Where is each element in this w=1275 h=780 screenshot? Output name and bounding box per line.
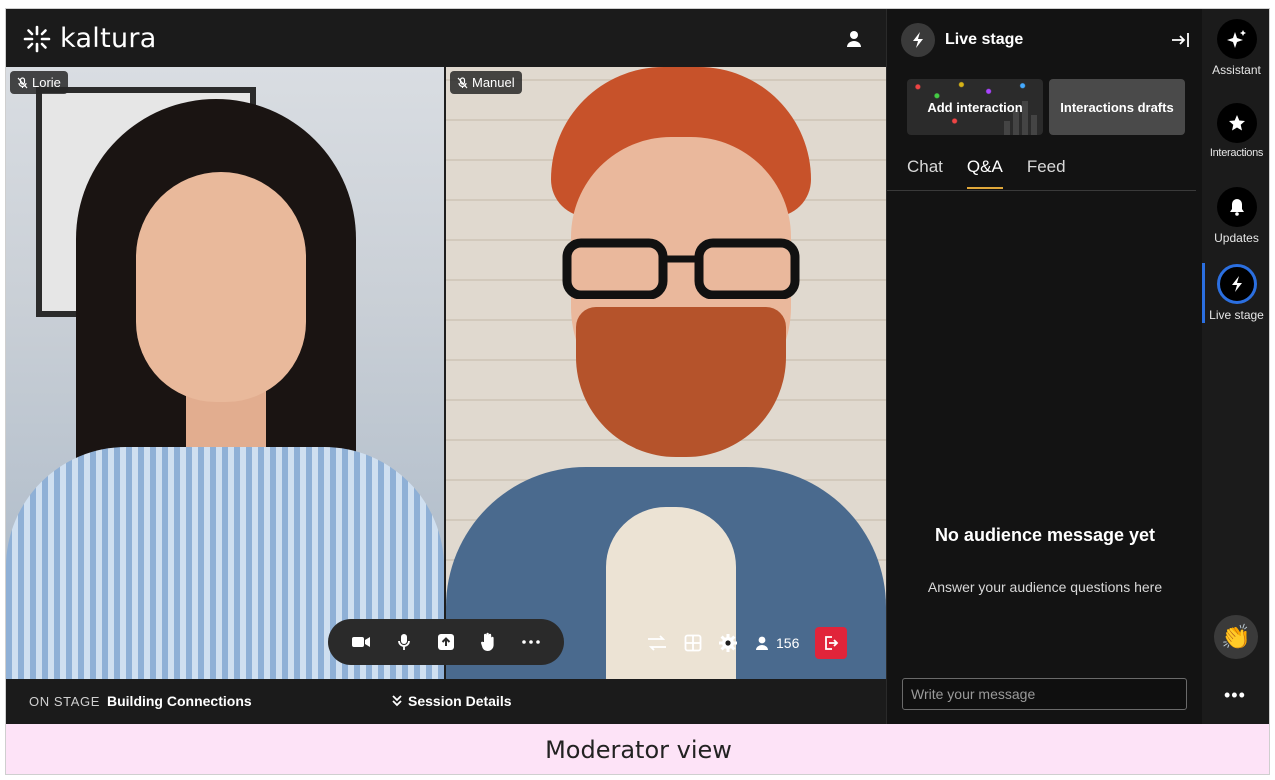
- main-stage: kaltura Lorie Manuel 156 ON STAGE Buildi…: [6, 9, 886, 724]
- participant-name: Lorie: [32, 75, 61, 90]
- participant-name-tag: Manuel: [450, 71, 522, 94]
- raise-hand-button[interactable]: [476, 630, 500, 654]
- video-tile-lorie[interactable]: Lorie: [6, 67, 444, 679]
- chevron-double-down-icon: [392, 695, 402, 707]
- participant-name: Manuel: [472, 75, 515, 90]
- session-details-button[interactable]: Session Details: [392, 693, 512, 709]
- lightning-icon: [1216, 264, 1257, 304]
- more-icon: [521, 640, 540, 644]
- attendees-icon: [756, 636, 768, 650]
- video-tiles: Lorie Manuel: [6, 67, 886, 679]
- raise-hand-icon: [481, 632, 494, 651]
- media-controls: [328, 619, 564, 665]
- collapse-panel-icon[interactable]: [1170, 31, 1190, 49]
- more-options-button[interactable]: [519, 630, 543, 654]
- panel-title: Live stage: [945, 31, 1024, 48]
- switch-icon[interactable]: [646, 634, 668, 652]
- tab-qa[interactable]: Q&A: [966, 157, 1003, 189]
- participant-glasses: [562, 238, 800, 299]
- camera-icon: [352, 637, 371, 647]
- sparkle-icon: [1216, 19, 1257, 59]
- lightning-icon: [901, 23, 935, 57]
- participant-name-tag: Lorie: [10, 71, 68, 94]
- session-details-label: Session Details: [408, 693, 512, 709]
- camera-button[interactable]: [349, 630, 373, 654]
- message-input[interactable]: [902, 678, 1187, 710]
- rail-label: Live stage: [1209, 308, 1264, 322]
- add-interaction-label: Add interaction: [927, 99, 1023, 115]
- rail-label: Assistant: [1212, 63, 1261, 77]
- add-interaction-button[interactable]: Add interaction: [907, 79, 1043, 135]
- stage-controls: 156: [646, 627, 848, 659]
- video-tile-manuel[interactable]: Manuel: [446, 67, 886, 679]
- panel-header: Live stage: [901, 23, 1023, 57]
- more-icon[interactable]: •••: [1224, 685, 1246, 706]
- interaction-drafts-label: Interactions drafts: [1060, 99, 1174, 115]
- kaltura-logo-icon: [23, 25, 51, 52]
- rail-item-live-stage[interactable]: Live stage: [1202, 264, 1269, 322]
- bell-icon: [1216, 187, 1257, 227]
- rail-item-assistant[interactable]: Assistant: [1202, 19, 1269, 77]
- microphone-icon: [397, 634, 410, 650]
- logo-text: kaltura: [60, 23, 157, 54]
- rail-label: Interactions: [1209, 147, 1264, 159]
- clapping-hands-icon[interactable]: 👏: [1214, 615, 1258, 659]
- panel-tabs: Chat Q&A Feed: [907, 157, 1066, 189]
- participant-face: [136, 172, 306, 402]
- rail-item-interactions[interactable]: Interactions: [1202, 103, 1269, 159]
- top-bar: kaltura: [6, 9, 886, 67]
- leave-icon: [825, 636, 839, 650]
- muted-mic-icon: [457, 76, 468, 88]
- tab-feed[interactable]: Feed: [1027, 157, 1066, 189]
- app-window: kaltura Lorie Manuel 156 ON STAGE Buildi…: [5, 8, 1270, 775]
- interaction-drafts-button[interactable]: Interactions drafts: [1049, 79, 1185, 135]
- rail-label: Updates: [1214, 231, 1259, 245]
- kaltura-logo: kaltura: [22, 23, 157, 54]
- leave-button[interactable]: [815, 627, 848, 659]
- share-screen-button[interactable]: [434, 630, 458, 654]
- side-rail: Assistant Interactions Updates Live stag…: [1202, 9, 1269, 724]
- rail-item-updates[interactable]: Updates: [1202, 187, 1269, 245]
- share-screen-icon: [437, 634, 454, 650]
- star-icon: [1216, 103, 1257, 143]
- settings-icon[interactable]: [718, 633, 738, 653]
- empty-state-subtitle: Answer your audience questions here: [927, 579, 1163, 595]
- empty-state-title: No audience message yet: [934, 525, 1156, 545]
- attendee-count[interactable]: 156: [754, 635, 799, 651]
- microphone-button[interactable]: [392, 630, 416, 654]
- layout-grid-icon[interactable]: [684, 634, 702, 652]
- tab-chat[interactable]: Chat: [907, 157, 943, 189]
- muted-mic-icon: [17, 76, 28, 88]
- tabs-divider: [887, 190, 1196, 191]
- user-profile-icon[interactable]: [844, 29, 864, 49]
- on-stage-label: ON STAGE: [29, 694, 101, 709]
- bottom-bar: ON STAGE Building Connections Session De…: [6, 679, 886, 724]
- attendee-count-value: 156: [776, 635, 800, 651]
- stage-title: Building Connections: [107, 693, 252, 709]
- caption: Moderator view: [6, 724, 1269, 774]
- live-stage-panel: Live stage Add interaction Interactions …: [886, 9, 1202, 724]
